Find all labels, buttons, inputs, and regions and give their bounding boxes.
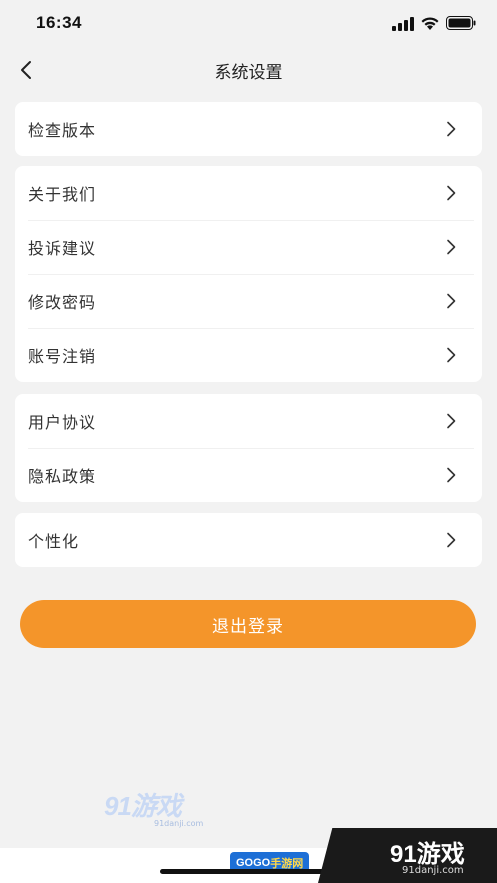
page-title: 系统设置 xyxy=(214,63,283,83)
row-about-us[interactable]: 关于我们 xyxy=(15,166,482,220)
row-delete-account[interactable]: 账号注销 xyxy=(15,328,482,382)
wifi-icon xyxy=(421,17,439,30)
row-user-agreement[interactable]: 用户协议 xyxy=(15,394,482,448)
logout-button[interactable]: 退出登录 xyxy=(20,600,476,648)
corner-badge-brand: 91游戏 xyxy=(390,841,465,868)
signal-icon xyxy=(392,17,414,31)
settings-card-personalize: 个性化 xyxy=(15,513,482,567)
home-indicator xyxy=(160,869,338,874)
watermark-url: 91danji.com xyxy=(154,819,204,828)
chevron-right-icon xyxy=(447,532,456,548)
row-feedback[interactable]: 投诉建议 xyxy=(15,220,482,274)
watermark-logo: 91游戏 91danji.com xyxy=(104,786,203,828)
settings-card-version: 检查版本 xyxy=(15,102,482,156)
row-label: 隐私政策 xyxy=(28,467,97,486)
watermark-brand: 91游戏 xyxy=(104,791,182,821)
row-privacy-policy[interactable]: 隐私政策 xyxy=(15,448,482,502)
row-label: 投诉建议 xyxy=(28,239,97,258)
chevron-right-icon xyxy=(447,121,456,137)
row-personalization[interactable]: 个性化 xyxy=(15,513,482,567)
battery-icon xyxy=(446,16,476,30)
chevron-right-icon xyxy=(447,413,456,429)
row-label: 账号注销 xyxy=(28,347,97,366)
corner-badge-url: 91danji.com xyxy=(402,865,464,876)
row-label: 检查版本 xyxy=(28,121,97,140)
chevron-right-icon xyxy=(447,347,456,363)
row-change-password[interactable]: 修改密码 xyxy=(15,274,482,328)
chevron-right-icon xyxy=(447,467,456,483)
row-label: 个性化 xyxy=(28,532,80,551)
status-bar: 16:34 xyxy=(0,0,497,48)
row-check-version[interactable]: 检查版本 xyxy=(15,102,482,156)
settings-card-account: 关于我们 投诉建议 修改密码 账号注销 xyxy=(15,166,482,382)
settings-card-legal: 用户协议 隐私政策 xyxy=(15,394,482,502)
status-time: 16:34 xyxy=(36,13,82,32)
chevron-right-icon xyxy=(447,239,456,255)
row-label: 修改密码 xyxy=(28,293,97,312)
chevron-right-icon xyxy=(447,185,456,201)
nav-bar: 系统设置 xyxy=(0,48,497,92)
row-label: 用户协议 xyxy=(28,413,97,432)
row-label: 关于我们 xyxy=(28,185,97,204)
chevron-right-icon xyxy=(447,293,456,309)
gogo-prefix: GOGO xyxy=(236,857,271,869)
